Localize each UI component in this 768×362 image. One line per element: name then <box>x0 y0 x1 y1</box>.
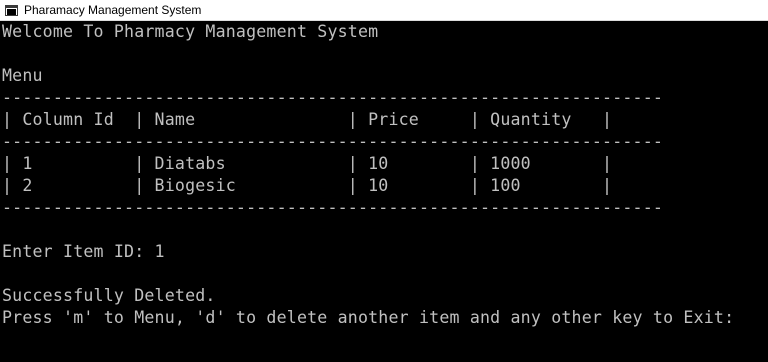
table-top-border: ----------------------------------------… <box>2 88 664 107</box>
table-bottom-border: ----------------------------------------… <box>2 198 664 217</box>
console-app-icon <box>4 4 18 16</box>
window-title: Pharamacy Management System <box>24 2 202 17</box>
item-id-prompt: Enter Item ID: 1 <box>2 242 165 261</box>
window-titlebar[interactable]: Pharamacy Management System <box>0 0 768 21</box>
menu-heading: Menu <box>2 66 43 85</box>
console-output[interactable]: Welcome To Pharmacy Management System Me… <box>0 21 768 362</box>
table-header-row: | Column Id | Name | Price | Quantity | <box>2 110 613 129</box>
exit-prompt: Press 'm' to Menu, 'd' to delete another… <box>2 308 735 327</box>
welcome-line: Welcome To Pharmacy Management System <box>2 22 379 41</box>
table-header-border: ----------------------------------------… <box>2 132 664 151</box>
success-message: Successfully Deleted. <box>2 286 216 305</box>
console-window: Pharamacy Management System Welcome To P… <box>0 0 768 362</box>
table-row: | 2 | Biogesic | 10 | 100 | <box>2 176 613 195</box>
table-row: | 1 | Diatabs | 10 | 1000 | <box>2 154 613 173</box>
